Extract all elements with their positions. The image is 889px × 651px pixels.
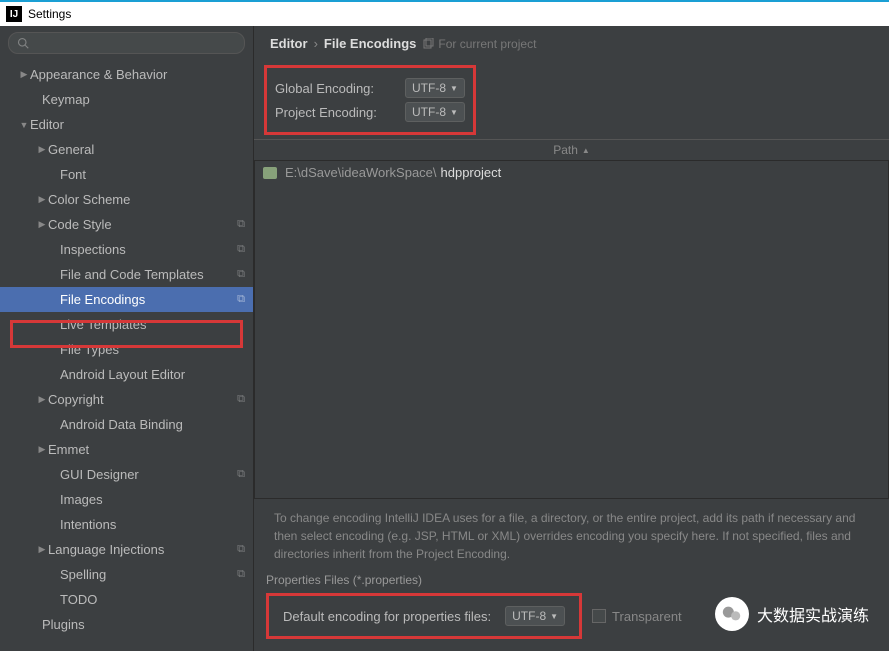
help-text: To change encoding IntelliJ IDEA uses fo…	[254, 499, 889, 573]
sidebar-item-file-types[interactable]: File Types	[0, 337, 253, 362]
sidebar-item-android-data-binding[interactable]: Android Data Binding	[0, 412, 253, 437]
chevron-down-icon: ▼	[550, 612, 558, 621]
transparent-label: Transparent	[612, 609, 682, 624]
chevron-right-icon: ▶	[36, 444, 48, 455]
sidebar-item-plugins[interactable]: Plugins	[0, 612, 253, 637]
sidebar-item-font[interactable]: Font	[0, 162, 253, 187]
copy-icon: ⧉	[237, 468, 245, 481]
settings-content: Editor › File Encodings For current proj…	[254, 26, 889, 651]
sidebar-item-images[interactable]: Images	[0, 487, 253, 512]
sidebar-item-label: TODO	[60, 592, 245, 607]
path-column-header[interactable]: Path ▲	[254, 139, 889, 161]
chevron-down-icon: ▼	[450, 108, 458, 117]
breadcrumb-separator-icon: ›	[314, 36, 318, 51]
sidebar-item-label: General	[48, 142, 245, 157]
sidebar-item-label: Editor	[30, 117, 245, 132]
sidebar-item-live-templates[interactable]: Live Templates	[0, 312, 253, 337]
properties-highlight-box: Default encoding for properties files: U…	[266, 593, 582, 639]
copy-icon: ⧉	[237, 393, 245, 406]
copy-icon: ⧉	[237, 218, 245, 231]
search-icon	[17, 37, 29, 49]
sidebar-item-intentions[interactable]: Intentions	[0, 512, 253, 537]
sidebar-item-keymap[interactable]: Keymap	[0, 87, 253, 112]
search-input[interactable]	[8, 32, 245, 54]
sidebar-item-label: Live Templates	[60, 317, 245, 332]
sidebar-item-label: Android Layout Editor	[60, 367, 245, 382]
sidebar-item-label: Font	[60, 167, 245, 182]
sidebar-item-emmet[interactable]: ▶Emmet	[0, 437, 253, 462]
sidebar-item-color-scheme[interactable]: ▶Color Scheme	[0, 187, 253, 212]
sidebar-item-general[interactable]: ▶General	[0, 137, 253, 162]
sidebar-item-label: Images	[60, 492, 245, 507]
watermark: 大数据实战演练	[715, 597, 869, 631]
properties-encoding-label: Default encoding for properties files:	[283, 609, 491, 624]
properties-encoding-dropdown[interactable]: UTF-8▼	[505, 606, 565, 626]
sidebar-item-label: Copyright	[48, 392, 237, 407]
encoding-highlight-box: Global Encoding: UTF-8▼ Project Encoding…	[264, 65, 476, 135]
sidebar-item-label: Spelling	[60, 567, 237, 582]
chevron-right-icon: ▶	[36, 544, 48, 555]
chevron-right-icon: ▶	[36, 219, 48, 230]
sidebar-item-label: Intentions	[60, 517, 245, 532]
sidebar-item-label: Keymap	[42, 92, 245, 107]
sidebar-item-appearance-behavior[interactable]: ▶Appearance & Behavior	[0, 62, 253, 87]
settings-sidebar: ▶Appearance & BehaviorKeymap▼Editor▶Gene…	[0, 26, 254, 651]
copy-icon: ⧉	[237, 543, 245, 556]
sidebar-item-label: Inspections	[60, 242, 237, 257]
app-logo-icon: IJ	[6, 6, 22, 22]
global-encoding-label: Global Encoding:	[275, 81, 395, 96]
sidebar-item-file-encodings[interactable]: File Encodings⧉	[0, 287, 253, 312]
chevron-right-icon: ▶	[36, 394, 48, 405]
chevron-down-icon: ▼	[450, 84, 458, 93]
copy-icon: ⧉	[237, 293, 245, 306]
sidebar-item-label: Android Data Binding	[60, 417, 245, 432]
sidebar-item-label: File Types	[60, 342, 245, 357]
breadcrumb-leaf: File Encodings	[324, 36, 416, 51]
chevron-down-icon: ▼	[18, 120, 30, 130]
sidebar-item-label: GUI Designer	[60, 467, 237, 482]
sort-asc-icon: ▲	[582, 146, 590, 155]
copy-icon: ⧉	[237, 568, 245, 581]
sidebar-item-todo[interactable]: TODO	[0, 587, 253, 612]
sidebar-item-label: Code Style	[48, 217, 237, 232]
copy-icon: ⧉	[237, 243, 245, 256]
sidebar-item-label: File and Code Templates	[60, 267, 237, 282]
breadcrumb-root: Editor	[270, 36, 308, 51]
chevron-right-icon: ▶	[36, 144, 48, 155]
title-bar: IJ Settings	[0, 0, 889, 26]
sidebar-item-code-style[interactable]: ▶Code Style⧉	[0, 212, 253, 237]
window-title: Settings	[28, 7, 71, 21]
settings-tree: ▶Appearance & BehaviorKeymap▼Editor▶Gene…	[0, 60, 253, 651]
sidebar-item-gui-designer[interactable]: GUI Designer⧉	[0, 462, 253, 487]
breadcrumb: Editor › File Encodings For current proj…	[254, 26, 889, 59]
sidebar-item-editor[interactable]: ▼Editor	[0, 112, 253, 137]
copy-icon	[422, 38, 434, 50]
wechat-icon	[715, 597, 749, 631]
sidebar-item-label: Language Injections	[48, 542, 237, 557]
transparent-checkbox[interactable]	[592, 609, 606, 623]
sidebar-item-label: File Encodings	[60, 292, 237, 307]
sidebar-item-file-and-code-templates[interactable]: File and Code Templates⧉	[0, 262, 253, 287]
project-scope-hint: For current project	[422, 37, 536, 51]
table-row[interactable]: E:\dSave\ideaWorkSpace\hdpproject	[263, 165, 880, 180]
sidebar-item-spelling[interactable]: Spelling⧉	[0, 562, 253, 587]
sidebar-item-language-injections[interactable]: ▶Language Injections⧉	[0, 537, 253, 562]
folder-icon	[263, 167, 277, 179]
properties-section-title: Properties Files (*.properties)	[266, 573, 877, 587]
global-encoding-dropdown[interactable]: UTF-8▼	[405, 78, 465, 98]
chevron-right-icon: ▶	[18, 69, 30, 80]
sidebar-item-copyright[interactable]: ▶Copyright⧉	[0, 387, 253, 412]
sidebar-item-label: Appearance & Behavior	[30, 67, 245, 82]
encoding-path-table[interactable]: E:\dSave\ideaWorkSpace\hdpproject	[254, 161, 889, 499]
sidebar-item-label: Color Scheme	[48, 192, 245, 207]
sidebar-item-inspections[interactable]: Inspections⧉	[0, 237, 253, 262]
sidebar-item-label: Emmet	[48, 442, 245, 457]
project-encoding-dropdown[interactable]: UTF-8▼	[405, 102, 465, 122]
project-encoding-label: Project Encoding:	[275, 105, 395, 120]
sidebar-item-android-layout-editor[interactable]: Android Layout Editor	[0, 362, 253, 387]
chevron-right-icon: ▶	[36, 194, 48, 205]
copy-icon: ⧉	[237, 268, 245, 281]
sidebar-item-label: Plugins	[42, 617, 245, 632]
